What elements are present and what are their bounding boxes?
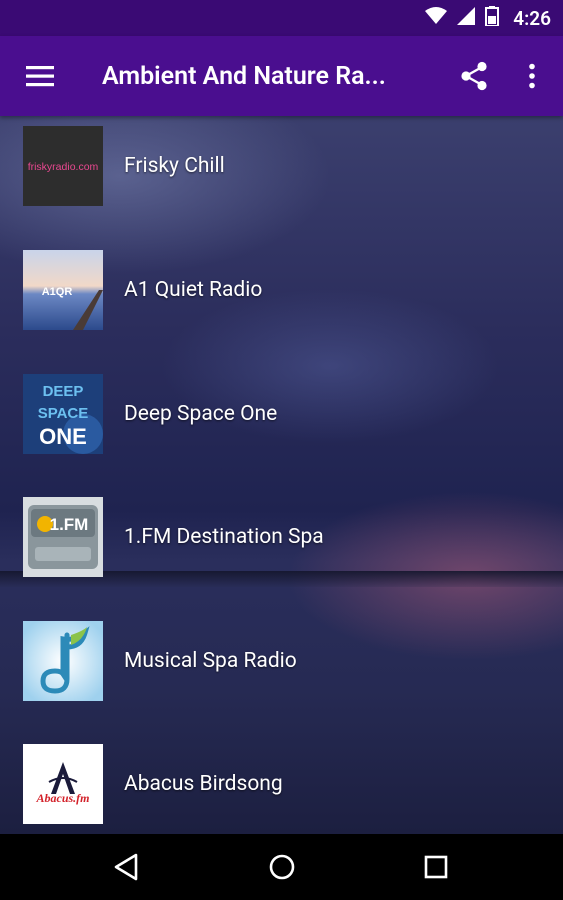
station-logo-text: 1.FM: [50, 515, 89, 534]
station-name: 1.FM Destination Spa: [124, 525, 324, 549]
more-vert-icon[interactable]: [510, 36, 554, 116]
svg-text:SPACE: SPACE: [38, 405, 89, 422]
station-logo: 1.FM: [23, 497, 103, 577]
station-name: Musical Spa Radio: [124, 649, 297, 673]
station-name: A1 Quiet Radio: [124, 278, 263, 302]
app-bar: Ambient And Nature Ra...: [0, 36, 563, 116]
menu-icon[interactable]: [0, 36, 80, 116]
list-item-station[interactable]: friskyradio.com Frisky Chill: [0, 126, 563, 206]
station-logo: Abacus.fm: [23, 744, 103, 824]
station-name: Deep Space One: [124, 402, 278, 426]
navigation-bar: [0, 834, 563, 900]
share-icon[interactable]: [450, 36, 498, 116]
home-icon[interactable]: [252, 834, 312, 900]
list-item-station[interactable]: A1QR A1 Quiet Radio: [0, 250, 563, 330]
station-logo-text: friskyradio.com: [28, 161, 99, 173]
list-item-station[interactable]: 1.FM 1.FM Destination Spa: [0, 497, 563, 577]
station-logo-text: Abacus.fm: [35, 791, 89, 805]
list-item-station[interactable]: DEEP SPACE ONE Deep Space One: [0, 374, 563, 454]
station-list: friskyradio.com Frisky Chill A1QR A1 Qui…: [0, 116, 563, 834]
station-logo-text: A1QR: [42, 286, 73, 298]
station-logo: [23, 621, 103, 701]
battery-icon: [485, 6, 500, 30]
status-time: 4:26: [513, 6, 551, 30]
station-logo: friskyradio.com: [23, 126, 103, 206]
recents-icon[interactable]: [406, 834, 466, 900]
status-bar: 4:26: [0, 0, 563, 36]
station-logo: DEEP SPACE ONE: [23, 374, 103, 454]
station-logo: A1QR: [23, 250, 103, 330]
svg-text:DEEP: DEEP: [43, 383, 84, 400]
back-icon[interactable]: [96, 834, 156, 900]
svg-text:ONE: ONE: [39, 424, 87, 449]
list-item-station[interactable]: Abacus.fm Abacus Birdsong: [0, 744, 563, 824]
wifi-icon: [425, 7, 448, 29]
station-name: Abacus Birdsong: [124, 772, 283, 796]
station-name: Frisky Chill: [124, 154, 225, 178]
list-item-station[interactable]: Musical Spa Radio: [0, 621, 563, 701]
page-title: Ambient And Nature Ra...: [102, 61, 386, 91]
signal-icon: [457, 7, 476, 29]
